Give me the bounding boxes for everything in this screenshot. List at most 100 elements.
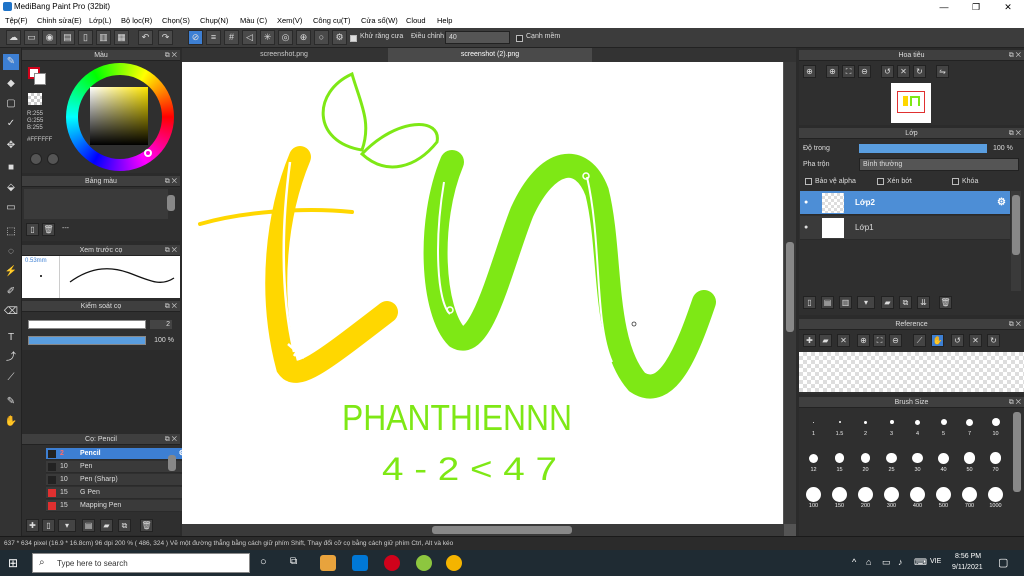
menu-select[interactable]: Chọn(S) — [162, 16, 190, 25]
brush-size-option[interactable]: 300 — [879, 484, 904, 509]
brush-size-option[interactable]: 7 — [957, 412, 982, 437]
gradient-tool-icon[interactable]: ▭ — [3, 200, 19, 216]
brush-folder-icon[interactable]: ▰ — [100, 519, 113, 532]
brush-size-option[interactable]: 4 — [905, 412, 930, 437]
brush-size-option[interactable]: 50 — [957, 448, 982, 473]
eraser-tool-icon[interactable]: ◆ — [3, 76, 19, 92]
size-value[interactable]: 2 — [150, 320, 172, 329]
visibility-icon[interactable]: ● — [804, 216, 808, 240]
nav-zoom-out-icon[interactable]: ⊖ — [858, 65, 871, 78]
canvas-vertical-scrollbar[interactable] — [784, 62, 796, 524]
layer-settings-icon[interactable]: ⚙ — [997, 191, 1006, 215]
horizontal-scroll-thumb[interactable] — [432, 526, 572, 534]
layer-menu-icon[interactable]: ▾ — [857, 296, 875, 309]
battery-icon[interactable]: ▭ — [882, 557, 891, 568]
lasso-tool-icon[interactable]: ◌ — [3, 244, 19, 260]
panel-close-icon[interactable]: ⧉ ✕ — [165, 434, 177, 445]
menu-capture[interactable]: Chụp(N) — [200, 16, 228, 25]
nav-rotate-right-icon[interactable]: ↻ — [913, 65, 926, 78]
ref-fit-icon[interactable]: ⛶ — [873, 334, 886, 347]
transparent-swatch[interactable] — [28, 93, 42, 105]
select-eraser-tool-icon[interactable]: ⌫ — [3, 304, 19, 320]
ref-zoom-in-icon[interactable]: ⊕ — [857, 334, 870, 347]
tray-arrow-icon[interactable]: ^ — [852, 557, 856, 567]
menu-help[interactable]: Help — [437, 16, 452, 25]
snap-vanish-icon[interactable]: ◁ — [242, 30, 257, 45]
nav-fit-icon[interactable]: ⛶ — [842, 65, 855, 78]
minimize-button[interactable]: — — [928, 0, 960, 14]
menu-window[interactable]: Cửa sổ(W) — [361, 16, 398, 25]
cloud-icon[interactable]: ☁ — [6, 30, 21, 45]
ref-rotate-right-icon[interactable]: ↻ — [987, 334, 1000, 347]
frame-icon[interactable]: ▥ — [96, 30, 111, 45]
navigator-thumbnail[interactable] — [891, 83, 931, 123]
hand-tool-icon[interactable]: ✋ — [3, 414, 19, 430]
panel-close-icon[interactable]: ⧉ ✕ — [165, 245, 177, 256]
brush-size-scrollbar[interactable] — [1013, 412, 1021, 492]
layer-folder-icon[interactable]: ▰ — [881, 296, 894, 309]
bucket-tool-icon[interactable]: ⬙ — [3, 180, 19, 196]
magic-wand-tool-icon[interactable]: ⚡ — [3, 264, 19, 280]
saturation-square[interactable] — [90, 87, 148, 145]
nav-zoom-in-icon[interactable]: ⊕ — [803, 65, 816, 78]
brush-size-option[interactable]: 700 — [957, 484, 982, 509]
ref-zoom-out-icon[interactable]: ⊖ — [889, 334, 902, 347]
brush-menu-icon[interactable]: ▾ — [58, 519, 76, 532]
adjust-select[interactable]: 40 — [445, 31, 510, 44]
visibility-icon[interactable]: ● — [804, 191, 808, 215]
nav-reset-icon[interactable]: ✕ — [897, 65, 910, 78]
brush-size-option[interactable]: 150 — [827, 484, 852, 509]
layer-scrollbar[interactable] — [1011, 191, 1021, 291]
nav-rotate-left-icon[interactable]: ↺ — [881, 65, 894, 78]
antialias-checkbox[interactable] — [350, 35, 357, 42]
zoom-tool-icon[interactable]: ✎ — [3, 394, 19, 410]
comment-icon[interactable]: ◉ — [42, 30, 57, 45]
brush-size-option[interactable]: 40 — [931, 448, 956, 473]
ref-rotate-left-icon[interactable]: ↺ — [951, 334, 964, 347]
menu-color[interactable]: Màu (C) — [240, 16, 267, 25]
new-8bit-layer-icon[interactable]: ▥ — [839, 296, 852, 309]
brush-size-option[interactable]: 3 — [879, 412, 904, 437]
ref-dropper-icon[interactable]: ⟋ — [913, 334, 926, 347]
nav-flip-icon[interactable]: ⇋ — [936, 65, 949, 78]
layer-row[interactable]: ● Lớp2 ⚙ — [800, 191, 1010, 215]
language-indicator[interactable]: VIE — [930, 558, 941, 565]
snap-grid-icon[interactable]: # — [224, 30, 239, 45]
snap-parallel-icon[interactable]: ≡ — [206, 30, 221, 45]
maximize-button[interactable]: ❐ — [960, 0, 992, 14]
brush-size-option[interactable]: 25 — [879, 448, 904, 473]
new-palette-icon[interactable]: ▯ — [26, 223, 39, 236]
palette-list[interactable] — [24, 189, 168, 219]
network-icon[interactable]: ⌂ — [866, 557, 871, 567]
opera-icon[interactable] — [384, 555, 400, 571]
page-icon[interactable]: ▯ — [78, 30, 93, 45]
new-halftone-layer-icon[interactable]: ▤ — [821, 296, 834, 309]
brush-duplicate-icon[interactable]: ⧉ — [118, 519, 131, 532]
ref-reset-icon[interactable]: ✕ — [969, 334, 982, 347]
canvas-horizontal-scrollbar[interactable] — [182, 524, 784, 536]
brush-copy-icon[interactable]: ▤ — [82, 519, 95, 532]
medibang-icon[interactable] — [416, 555, 432, 571]
ref-add-icon[interactable]: ✚ — [803, 334, 816, 347]
brush-size-option[interactable]: 1.5 — [827, 412, 852, 437]
new-brush-icon[interactable]: ▯ — [42, 519, 55, 532]
cortana-icon[interactable]: ○ — [260, 556, 267, 568]
brush-delete-icon[interactable]: 🗑 — [140, 519, 153, 532]
menu-layer[interactable]: Lớp(L) — [89, 16, 111, 25]
brush-size-option[interactable]: 200 — [853, 484, 878, 509]
brush-size-option[interactable]: 100 — [801, 484, 826, 509]
snap-radial-icon[interactable]: ✳ — [260, 30, 275, 45]
brush-size-option[interactable]: 70 — [983, 448, 1008, 473]
eyedropper-icon[interactable] — [30, 153, 42, 165]
snap-circle-icon[interactable]: ◎ — [278, 30, 293, 45]
ref-hand-icon[interactable]: ✋ — [931, 334, 944, 347]
mail-icon[interactable] — [352, 555, 368, 571]
size-slider[interactable] — [28, 320, 146, 329]
brush-size-option[interactable]: 2 — [853, 412, 878, 437]
select-pen-tool-icon[interactable]: ✐ — [3, 284, 19, 300]
layer-row[interactable]: ● Lớp1 — [800, 216, 1010, 240]
close-button[interactable]: ✕ — [992, 0, 1024, 14]
ref-close-icon[interactable]: ✕ — [837, 334, 850, 347]
tab-screenshot-2[interactable]: screenshot (2).png — [388, 48, 592, 62]
panel-close-icon[interactable]: ⧉ ✕ — [165, 176, 177, 187]
